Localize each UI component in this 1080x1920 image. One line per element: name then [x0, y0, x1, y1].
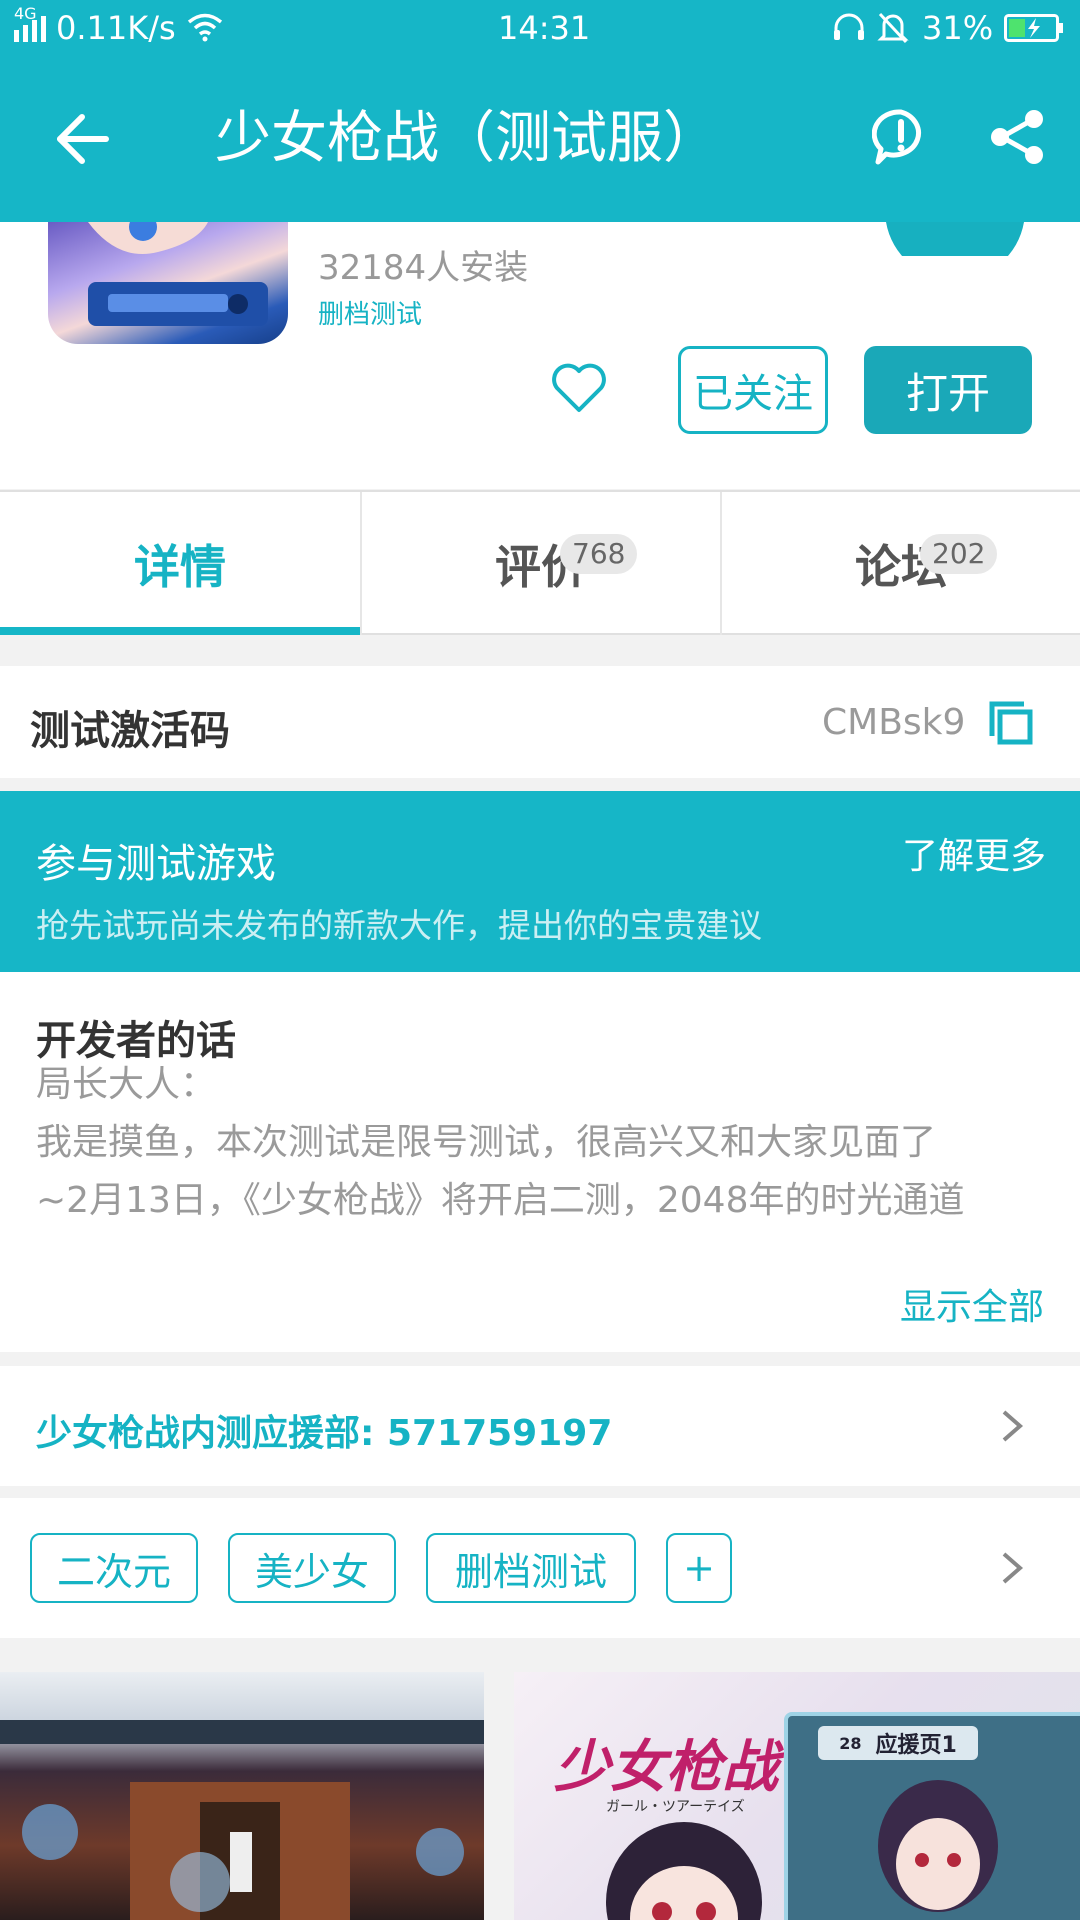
support-group-label: 少女枪战内测应援部:	[36, 1413, 387, 1454]
forum-count-badge: 202	[920, 534, 998, 574]
activation-code: CMBsk9	[822, 702, 966, 743]
battery-percent: 31%	[922, 9, 994, 47]
app-header-card: 32184人安装 删档测试 已关注 打开	[0, 222, 1080, 489]
developer-line: ~2月13日，《少女枪战》将开启二测，2048年的时光通道	[36, 1180, 965, 1221]
activation-code-row: 测试激活码 CMBsk9	[0, 666, 1080, 778]
mute-bell-icon	[877, 12, 909, 44]
status-bar: 4G 0.11K/s 14:31 31%	[0, 0, 1080, 56]
app-icon	[48, 222, 288, 344]
battery-icon	[1004, 14, 1063, 42]
learn-more-link[interactable]: 了解更多	[902, 827, 1046, 879]
tab-forum[interactable]: 论坛	[722, 492, 1080, 635]
beta-test-banner[interactable]: 参与测试游戏 了解更多 抢先试玩尚未发布的新款大作，提出你的宝贵建议	[0, 791, 1080, 972]
chevron-right-icon	[1002, 1410, 1024, 1442]
install-count: 32184人安装	[318, 248, 529, 288]
share-icon[interactable]	[988, 108, 1046, 166]
tab-bar: 详情 评价 768 论坛 202	[0, 490, 1080, 635]
banner-subtitle: 抢先试玩尚未发布的新款大作，提出你的宝贵建议	[36, 906, 762, 945]
developer-line: 我是摸鱼，本次测试是限号测试，很高兴又和大家见面了	[36, 1122, 937, 1163]
headset-icon	[834, 13, 864, 40]
support-group-text: 少女枪战内测应援部: 571759197	[36, 1404, 612, 1456]
promo-girl	[606, 1822, 762, 1920]
promo-panel: 28 应援页1	[784, 1712, 1080, 1920]
tab-label: 详情	[134, 539, 226, 594]
tab-reviews[interactable]: 评价	[362, 492, 720, 635]
signal-icon	[14, 16, 46, 42]
tag-chip[interactable]: 美少女	[228, 1533, 396, 1603]
banner-title: 参与测试游戏	[36, 841, 276, 887]
follow-button[interactable]: 已关注	[678, 346, 828, 434]
download-progress-circle	[886, 222, 1024, 256]
reviews-count-badge: 768	[560, 534, 638, 574]
back-arrow-icon[interactable]	[54, 111, 110, 167]
promo-logo-text: 少女枪战	[554, 1735, 778, 1800]
activation-label: 测试激活码	[30, 708, 230, 754]
clock: 14:31	[498, 9, 591, 47]
screenshot-gameplay[interactable]	[0, 1672, 484, 1920]
status-tag: 删档测试	[318, 300, 423, 330]
screenshot-promo[interactable]: 少女枪战 ガール・ツアーテイズ 28 应援页1	[514, 1672, 1080, 1920]
chevron-right-icon[interactable]	[1000, 1550, 1024, 1586]
tab-details[interactable]: 详情	[0, 492, 360, 635]
add-tag-button[interactable]: +	[666, 1533, 732, 1603]
show-all-link[interactable]: 显示全部	[900, 1278, 1044, 1330]
copy-icon[interactable]	[986, 698, 1036, 748]
tab-active-indicator	[0, 627, 360, 635]
network-speed: 0.11K/s	[56, 9, 176, 47]
wifi-icon	[187, 13, 223, 42]
favorite-heart-icon[interactable]	[550, 362, 608, 414]
developer-note-card: 开发者的话 局长大人： 我是摸鱼，本次测试是限号测试，很高兴又和大家见面了 ~2…	[0, 972, 1080, 1352]
promo-logo-sub: ガール・ツアーテイズ	[606, 1799, 745, 1815]
developer-text: 局长大人： 我是摸鱼，本次测试是限号测试，很高兴又和大家见面了 ~2月13日，《…	[36, 1056, 1056, 1230]
tag-chip[interactable]: 二次元	[30, 1533, 198, 1603]
support-group-number: 571759197	[386, 1413, 613, 1454]
app-bar: 少女枪战（测试服）	[0, 56, 1080, 222]
promo-character	[878, 1780, 998, 1912]
open-button[interactable]: 打开	[864, 346, 1032, 434]
tag-chip[interactable]: 删档测试	[426, 1533, 636, 1603]
promo-panel-num: 28	[839, 1733, 862, 1753]
developer-line: 局长大人：	[36, 1064, 217, 1105]
promo-panel-title: 应援页1	[875, 1733, 957, 1758]
page-title: 少女枪战（测试服）	[215, 106, 719, 171]
report-icon[interactable]	[872, 108, 930, 166]
support-group-row[interactable]: 少女枪战内测应援部: 571759197	[0, 1366, 1080, 1486]
